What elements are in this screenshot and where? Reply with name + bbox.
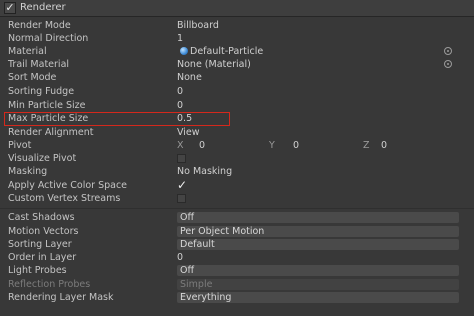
sorting-layer-dropdown[interactable]: Default	[177, 239, 459, 250]
pivot-row: Pivot X 0 Y 0 Z 0	[0, 139, 474, 152]
normal-direction-row: Normal Direction 1	[0, 32, 474, 45]
sphere-icon	[180, 47, 188, 55]
masking-dropdown[interactable]: No Masking	[177, 165, 232, 178]
normal-direction-label: Normal Direction	[8, 33, 89, 44]
pivot-x-label[interactable]: X	[177, 139, 184, 152]
sorting-fudge-field[interactable]: 0	[177, 85, 183, 98]
light-probes-row: Light Probes Off	[0, 264, 474, 277]
visualize-pivot-checkbox[interactable]	[177, 154, 186, 163]
custom-vertex-streams-label: Custom Vertex Streams	[8, 193, 121, 204]
custom-vertex-streams-row: Custom Vertex Streams	[0, 192, 474, 205]
render-alignment-dropdown[interactable]: View	[177, 126, 200, 139]
rendering-layer-mask-row: Rendering Layer Mask Everything	[0, 291, 474, 304]
apply-active-color-space-label: Apply Active Color Space	[8, 180, 128, 191]
order-in-layer-row: Order in Layer 0	[0, 251, 474, 264]
highlight-box	[4, 112, 230, 126]
rendering-layer-mask-label: Rendering Layer Mask	[8, 292, 114, 303]
normal-direction-field[interactable]: 1	[177, 32, 183, 45]
motion-vectors-dropdown[interactable]: Per Object Motion	[177, 226, 459, 237]
pivot-label: Pivot	[8, 140, 32, 151]
light-probes-label: Light Probes	[8, 265, 67, 276]
sort-mode-label: Sort Mode	[8, 72, 57, 83]
sort-mode-dropdown[interactable]: None	[177, 71, 202, 84]
pivot-x-field[interactable]: 0	[199, 139, 205, 152]
trail-material-row: Trail Material None (Material)	[0, 58, 474, 71]
material-value: Default-Particle	[190, 46, 264, 57]
render-mode-row: Render Mode Billboard	[0, 19, 474, 32]
sorting-fudge-row: Sorting Fudge 0	[0, 85, 474, 98]
custom-vertex-streams-checkbox[interactable]	[177, 194, 186, 203]
component-title: Renderer	[20, 2, 66, 13]
material-label: Material	[8, 46, 47, 57]
min-particle-size-field[interactable]: 0	[177, 99, 183, 112]
pivot-z-label[interactable]: Z	[363, 139, 370, 152]
trail-material-picker-icon[interactable]	[444, 60, 452, 68]
material-picker-icon[interactable]	[444, 47, 452, 55]
masking-row: Masking No Masking	[0, 165, 474, 178]
sorting-fudge-label: Sorting Fudge	[8, 86, 75, 97]
visualize-pivot-row: Visualize Pivot	[0, 152, 474, 165]
pivot-z-field[interactable]: 0	[381, 139, 387, 152]
render-mode-dropdown[interactable]: Billboard	[177, 19, 219, 32]
sorting-layer-row: Sorting Layer Default	[0, 238, 474, 251]
cast-shadows-row: Cast Shadows Off	[0, 211, 474, 224]
cast-shadows-label: Cast Shadows	[8, 212, 75, 223]
cast-shadows-dropdown[interactable]: Off	[177, 212, 459, 223]
apply-active-color-space-row: Apply Active Color Space ✓	[0, 178, 474, 192]
reflection-probes-label: Reflection Probes	[8, 279, 91, 290]
render-alignment-label: Render Alignment	[8, 127, 94, 138]
reflection-probes-row: Reflection Probes Simple	[0, 278, 474, 291]
divider	[0, 208, 474, 209]
apply-active-color-space-checkbox[interactable]: ✓	[177, 178, 187, 192]
trail-material-label: Trail Material	[8, 59, 70, 70]
sorting-layer-label: Sorting Layer	[8, 239, 72, 250]
reflection-probes-dropdown: Simple	[177, 279, 459, 290]
pivot-y-label[interactable]: Y	[269, 139, 275, 152]
masking-label: Masking	[8, 166, 48, 177]
pivot-y-field[interactable]: 0	[293, 139, 299, 152]
motion-vectors-label: Motion Vectors	[8, 226, 79, 237]
sort-mode-row: Sort Mode None	[0, 71, 474, 84]
renderer-enabled-checkbox[interactable]: ✓	[4, 2, 16, 14]
material-row: Material Default-Particle	[0, 45, 474, 58]
rendering-layer-mask-dropdown[interactable]: Everything	[177, 292, 459, 303]
order-in-layer-label: Order in Layer	[8, 252, 77, 263]
order-in-layer-field[interactable]: 0	[177, 251, 183, 264]
render-alignment-row: Render Alignment View	[0, 126, 474, 139]
visualize-pivot-label: Visualize Pivot	[8, 153, 77, 164]
trail-material-field[interactable]: None (Material)	[177, 58, 251, 71]
min-particle-size-label: Min Particle Size	[8, 100, 86, 111]
render-mode-label: Render Mode	[8, 20, 71, 31]
material-field[interactable]: Default-Particle	[177, 45, 263, 58]
motion-vectors-row: Motion Vectors Per Object Motion	[0, 225, 474, 238]
min-particle-size-row: Min Particle Size 0	[0, 99, 474, 112]
renderer-header[interactable]: ✓ Renderer	[0, 0, 474, 17]
light-probes-dropdown[interactable]: Off	[177, 265, 459, 276]
